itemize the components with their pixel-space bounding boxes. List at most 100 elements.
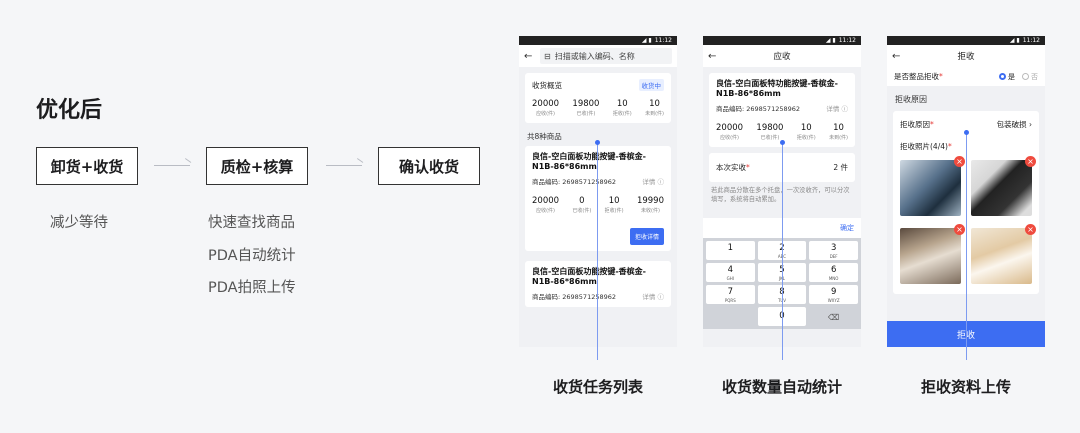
product-name: 良信-空白面板特功能按键-香槟金-N1B-86*86mm bbox=[716, 79, 838, 98]
back-arrow-icon[interactable]: ← bbox=[524, 51, 536, 62]
whole-reject-label: 是否整品拒收 bbox=[894, 72, 939, 81]
stat-rejected: 10 拒收(件) bbox=[612, 99, 632, 117]
flow-arrow-icon bbox=[326, 165, 362, 166]
phone-receiving-list: ◢ ▮ 11:12 ← ⊟ 扫描或输入编码、名称 收货概览 收货中 20000 应… bbox=[519, 36, 677, 347]
flow-step-unload: 卸货+收货 bbox=[36, 147, 138, 185]
backspace-icon[interactable]: ⌫ bbox=[809, 307, 858, 326]
product-name: 良信-空白面板功能按键-香槟金-N1B-86*86mm bbox=[532, 152, 646, 171]
status-time: 11:12 bbox=[838, 37, 856, 44]
status-badge: 收货中 bbox=[638, 79, 664, 91]
detail-link[interactable]: 详情 ⓘ bbox=[642, 176, 664, 186]
note-quick-find: 快速查找商品 bbox=[208, 215, 295, 231]
chevron-right-icon: › bbox=[1029, 119, 1032, 129]
photo-thumbnail[interactable]: × bbox=[900, 156, 965, 216]
scan-icon[interactable]: ⊟ bbox=[544, 52, 551, 61]
signal-icon: ◢ ▮ bbox=[825, 37, 836, 44]
delete-icon[interactable]: × bbox=[954, 224, 965, 235]
caption-reject-upload: 拒收资料上传 bbox=[920, 378, 1011, 396]
stat-not-arrived: 10 未到(件) bbox=[645, 99, 664, 117]
app-bar: ← ⊟ 扫描或输入编码、名称 bbox=[519, 45, 677, 67]
stat-expected: 20000 应收(件) bbox=[532, 99, 560, 117]
stat-rejected: 10 拒收(件) bbox=[796, 123, 816, 141]
product-card: 良信-空白面板特功能按键-香槟金-N1B-86*86mm 商品编码: 26985… bbox=[709, 73, 855, 147]
guide-dot bbox=[780, 140, 785, 145]
confirm-button[interactable]: 确定 bbox=[840, 223, 854, 233]
reason-select[interactable]: 拒收原因* 包装破损 › bbox=[900, 117, 1032, 131]
overview-card: 收货概览 收货中 20000 应收(件) 19800 已收(件) 10 拒收(件) 1… bbox=[525, 73, 671, 123]
whole-reject-row: 是否整品拒收* 是 否 bbox=[887, 67, 1045, 86]
signal-icon: ◢ ▮ bbox=[1009, 37, 1020, 44]
radio-yes[interactable]: 是 bbox=[999, 72, 1015, 82]
product-card[interactable]: 良信-空白面板功能按键-香槟金-N1B-86*86mm 商品编码: 269857… bbox=[525, 261, 671, 307]
info-icon: ⓘ bbox=[657, 293, 665, 301]
stat-expected: 20000 应收(件) bbox=[716, 123, 744, 141]
stat-not-received: 19990 未收(件) bbox=[636, 196, 664, 214]
stat-received: 19800 已收(件) bbox=[756, 123, 784, 141]
note-reduce-wait: 减少等待 bbox=[50, 215, 108, 231]
photo-thumbnail[interactable]: × bbox=[971, 156, 1036, 216]
back-arrow-icon[interactable]: ← bbox=[708, 51, 720, 62]
guide-line bbox=[782, 142, 783, 360]
actual-label: 本次实收 bbox=[716, 163, 746, 172]
key-6[interactable]: 6 MNO bbox=[809, 263, 858, 282]
key-1[interactable]: 1 bbox=[706, 241, 755, 260]
delete-icon[interactable]: × bbox=[954, 156, 965, 167]
guide-line bbox=[966, 132, 967, 360]
stat-expected: 20000 应收(件) bbox=[532, 196, 560, 214]
back-arrow-icon[interactable]: ← bbox=[892, 51, 904, 62]
key-3[interactable]: 3 DEF bbox=[809, 241, 858, 260]
stat-rejected: 10 拒收(件) bbox=[604, 196, 624, 214]
search-input[interactable]: ⊟ 扫描或输入编码、名称 bbox=[540, 48, 672, 64]
stat-not-arrived: 10 未到(件) bbox=[829, 123, 848, 141]
info-icon: ⓘ bbox=[657, 178, 665, 186]
reason-section-title: 拒收原因 bbox=[895, 95, 927, 104]
key-blank bbox=[706, 307, 755, 326]
page-title: 拒收 bbox=[957, 52, 975, 62]
status-bar: ◢ ▮ 11:12 bbox=[519, 36, 677, 45]
reason-label: 拒收原因 bbox=[900, 119, 930, 129]
status-bar: ◢ ▮ 11:12 bbox=[703, 36, 861, 45]
delete-icon[interactable]: × bbox=[1025, 156, 1036, 167]
detail-link[interactable]: 详情 ⓘ bbox=[826, 103, 848, 113]
status-time: 11:12 bbox=[654, 37, 672, 44]
info-icon: ⓘ bbox=[841, 105, 849, 113]
note-pda-photo: PDA拍照上传 bbox=[208, 280, 296, 296]
photo-thumbnail[interactable]: × bbox=[900, 224, 965, 284]
app-bar: ← 应收 bbox=[703, 45, 861, 67]
section-title: 优化后 bbox=[36, 98, 103, 123]
guide-dot bbox=[595, 140, 600, 145]
app-bar: ← 拒收 bbox=[887, 45, 1045, 67]
product-code: 商品编码: 2698571258962 bbox=[532, 293, 617, 301]
actual-value: 2 件 bbox=[833, 163, 848, 172]
guide-dot bbox=[964, 130, 969, 135]
product-name: 良信-空白面板功能按键-香槟金-N1B-86*86mm bbox=[532, 267, 646, 286]
page-title: 应收 bbox=[773, 52, 791, 62]
flow-arrow-icon bbox=[154, 165, 190, 166]
radio-no[interactable]: 否 bbox=[1022, 72, 1038, 82]
caption-quantity-stats: 收货数量自动统计 bbox=[721, 378, 842, 396]
detail-link[interactable]: 详情 ⓘ bbox=[642, 291, 664, 301]
key-4[interactable]: 4 GHI bbox=[706, 263, 755, 282]
search-placeholder: 扫描或输入编码、名称 bbox=[554, 51, 635, 61]
key-7[interactable]: 7 PQRS bbox=[706, 285, 755, 304]
stat-received: 19800 已收(件) bbox=[572, 99, 600, 117]
guide-line bbox=[597, 142, 598, 360]
product-card[interactable]: 良信-空白面板功能按键-香槟金-N1B-86*86mm 商品编码: 269857… bbox=[525, 146, 671, 251]
caption-receiving-list: 收货任务列表 bbox=[552, 378, 643, 396]
signal-icon: ◢ ▮ bbox=[641, 37, 652, 44]
flow-step-inspect: 质检+核算 bbox=[206, 147, 308, 185]
photo-thumbnail[interactable]: × bbox=[971, 224, 1036, 284]
product-code: 商品编码: 2698571258962 bbox=[532, 178, 617, 186]
product-code: 商品编码: 2698571258962 bbox=[716, 105, 801, 113]
photo-label: 拒收照片(4/4) bbox=[900, 142, 948, 151]
status-time: 11:12 bbox=[1022, 37, 1040, 44]
note-pda-stats: PDA自动统计 bbox=[208, 248, 296, 264]
reject-detail-button[interactable]: 拒收详情 bbox=[629, 228, 664, 245]
stat-received: 0 已收(件) bbox=[572, 196, 592, 214]
overview-title: 收货概览 bbox=[532, 80, 562, 90]
key-9[interactable]: 9 WXYZ bbox=[809, 285, 858, 304]
flow-step-confirm: 确认收货 bbox=[378, 147, 480, 185]
delete-icon[interactable]: × bbox=[1025, 224, 1036, 235]
status-bar: ◢ ▮ 11:12 bbox=[887, 36, 1045, 45]
reason-value: 包装破损 bbox=[996, 119, 1027, 129]
